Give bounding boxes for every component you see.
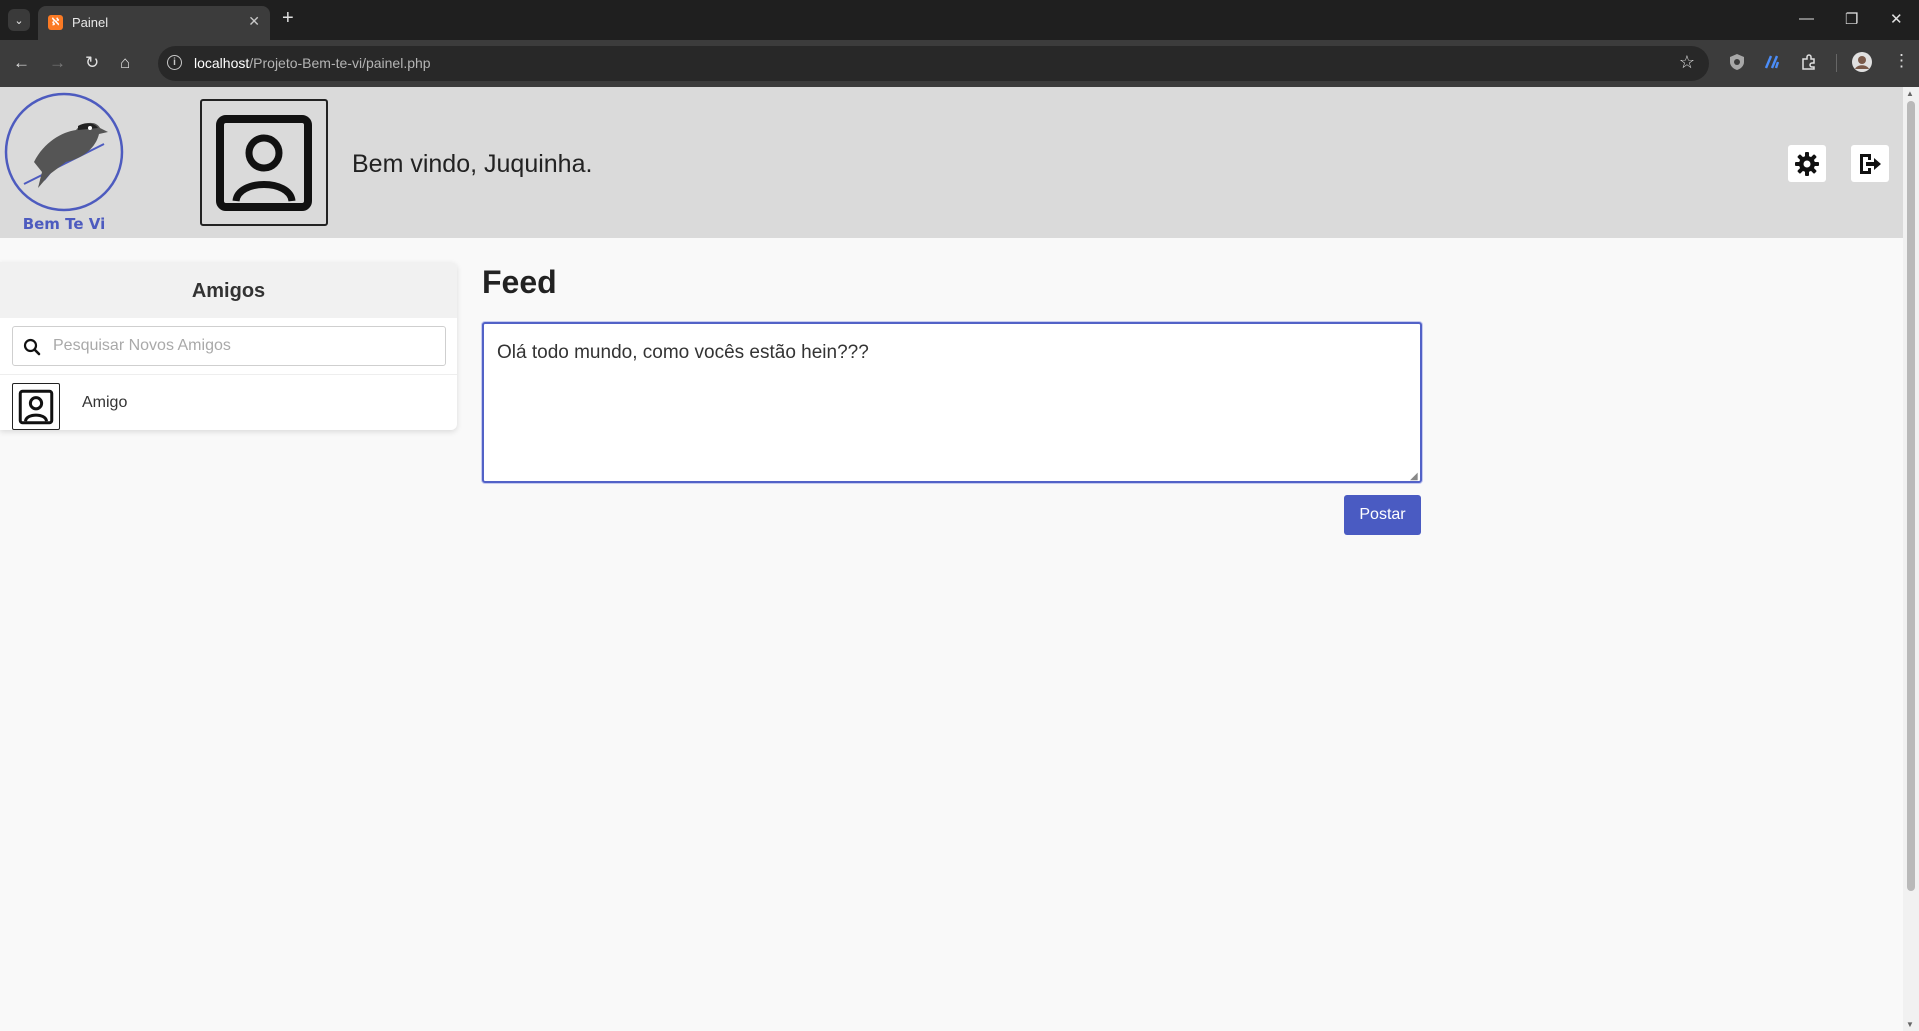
bookmark-star-icon[interactable]: ☆ (1679, 52, 1695, 73)
friend-search-input[interactable] (53, 334, 433, 358)
logout-button[interactable] (1851, 145, 1889, 182)
friends-panel: Amigos Amigo (0, 262, 457, 430)
page: Bem Te Vi Bem vindo, Juquinha. Amigos Pe… (0, 87, 1903, 1031)
restore-icon[interactable]: ❐ (1845, 10, 1858, 28)
home-icon[interactable]: ⌂ (120, 52, 130, 74)
scroll-down-icon[interactable]: ▼ (1906, 1020, 1914, 1029)
friend-name: Amigo (82, 394, 128, 411)
tab-close-icon[interactable]: ✕ (248, 13, 260, 30)
new-tab-icon[interactable]: + (282, 8, 294, 28)
friend-search-box[interactable] (12, 326, 446, 366)
shield-extension-icon[interactable] (1728, 53, 1746, 71)
back-icon[interactable]: ← (13, 52, 30, 74)
minimize-icon[interactable]: — (1799, 10, 1814, 27)
welcome-message: Bem vindo, Juquinha. (352, 150, 593, 178)
tab-search-chevron-icon[interactable]: ⌄ (8, 9, 30, 31)
address-bar[interactable]: i localhost/Projeto-Bem-te-vi/painel.php… (158, 46, 1709, 81)
toolbar-divider (1836, 54, 1837, 72)
logout-icon (1860, 153, 1881, 174)
browser-toolbar: ← → ↻ ⌂ i localhost/Projeto-Bem-te-vi/pa… (0, 40, 1919, 87)
tab-title: Painel (72, 15, 109, 30)
friends-title: Amigos (0, 262, 457, 318)
ai-extension-icon[interactable] (1763, 53, 1781, 71)
profile-avatar-icon[interactable] (1852, 52, 1872, 72)
post-button[interactable]: Postar (1344, 495, 1421, 535)
user-profile-icon (216, 114, 312, 211)
scroll-up-icon[interactable]: ▲ (1906, 89, 1914, 98)
friend-profile-icon (18, 389, 54, 424)
search-icon (23, 338, 41, 356)
scroll-thumb[interactable] (1907, 101, 1915, 891)
extensions-puzzle-icon[interactable] (1800, 53, 1818, 71)
window-close-icon[interactable]: ✕ (1890, 10, 1903, 28)
gear-icon (1795, 151, 1819, 176)
feed-title: Feed (482, 264, 557, 300)
page-scrollbar[interactable]: ▲ ▼ (1903, 87, 1919, 1031)
site-header: Bem Te Vi Bem vindo, Juquinha. (0, 87, 1903, 238)
friend-avatar (12, 383, 60, 430)
browser-tab-bar: ⌄ ℵ Painel ✕ + — ❐ ✕ (0, 0, 1919, 40)
friend-list-item[interactable]: Amigo (0, 374, 457, 430)
forward-icon[interactable]: → (49, 52, 66, 74)
post-textarea[interactable]: Olá todo mundo, como vocês estão hein??? (482, 322, 1422, 483)
bird-logo-icon (4, 92, 124, 212)
reload-icon[interactable]: ↻ (85, 52, 99, 74)
site-logo[interactable]: Bem Te Vi (4, 92, 124, 237)
settings-button[interactable] (1788, 145, 1826, 182)
browser-menu-icon[interactable]: ⋮ (1893, 50, 1910, 72)
user-avatar[interactable] (200, 99, 328, 226)
browser-tab[interactable]: ℵ Painel ✕ (38, 6, 270, 40)
url-text[interactable]: localhost/Projeto-Bem-te-vi/painel.php (194, 55, 431, 71)
logo-text: Bem Te Vi (22, 215, 106, 233)
site-info-icon[interactable]: i (167, 55, 182, 70)
xampp-favicon-icon: ℵ (48, 15, 63, 30)
resize-grip-icon[interactable]: ◢ (1410, 471, 1418, 482)
